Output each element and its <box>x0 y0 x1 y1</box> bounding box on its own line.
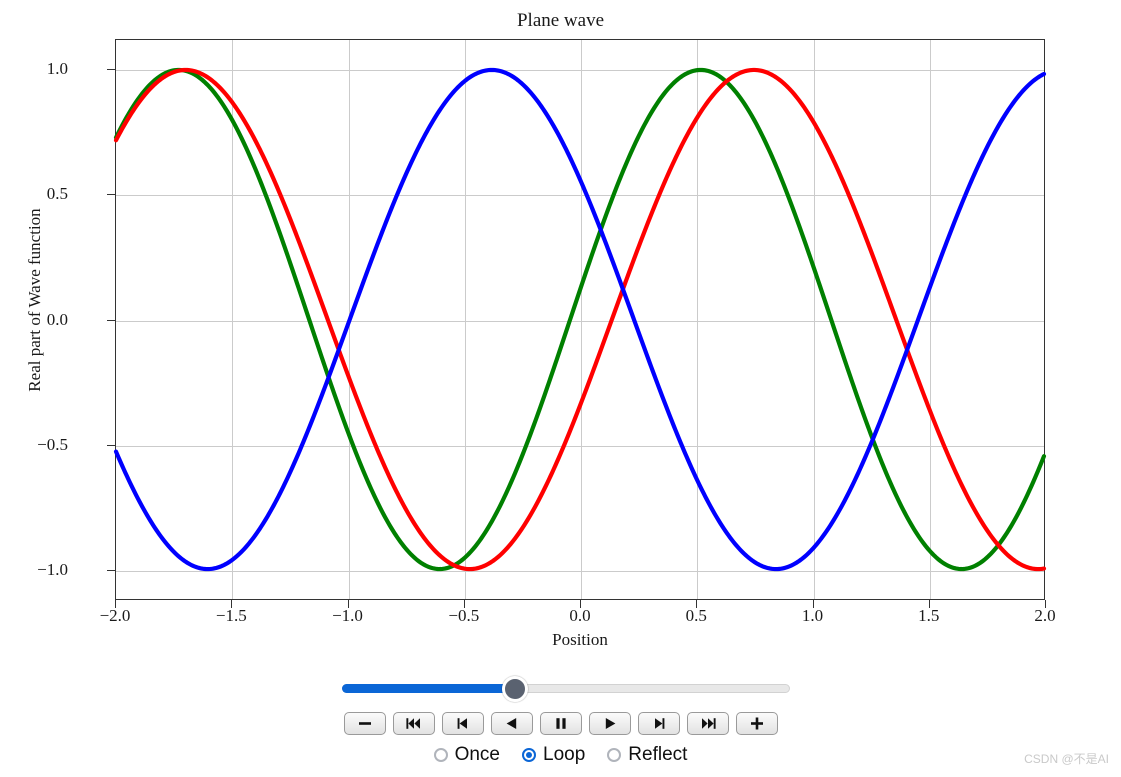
x-tick-label: 2.0 <box>1034 606 1056 625</box>
x-tick-mark <box>463 600 465 608</box>
x-tick-label: −1.0 <box>332 606 363 625</box>
y-tick-label: 1.0 <box>46 59 68 79</box>
y-tick-mark <box>107 569 115 571</box>
skip-to-end-button[interactable] <box>686 712 729 735</box>
x-tick-mark <box>928 600 930 608</box>
skip-start-icon <box>405 718 420 729</box>
x-tick-mark <box>580 600 582 608</box>
step-back-icon <box>457 718 467 729</box>
slider-fill <box>342 684 515 693</box>
skip-end-icon <box>701 718 716 729</box>
x-tick-mark <box>696 600 698 608</box>
plot-area <box>113 39 1047 600</box>
playback-mode-label: Once <box>454 744 500 765</box>
pause-icon <box>555 718 566 729</box>
y-axis-label: Real part of Wave function <box>25 208 44 392</box>
page-title: Plane wave <box>516 10 605 31</box>
y-tick-mark <box>107 444 115 446</box>
animation-controls <box>0 712 1121 735</box>
play-icon <box>605 718 615 729</box>
radio-icon[interactable] <box>433 748 448 762</box>
increase-speed-button[interactable] <box>735 712 778 735</box>
x-tick-label: 1.0 <box>801 606 824 625</box>
x-tick-mark <box>1045 600 1047 608</box>
skip-to-start-button[interactable] <box>392 712 435 735</box>
decrease-speed-button[interactable] <box>343 712 386 735</box>
play-forward-button[interactable] <box>588 712 631 735</box>
pause-button[interactable] <box>539 712 582 735</box>
plus-icon <box>750 717 763 730</box>
wave-red <box>113 67 1047 572</box>
x-tick-label: −0.5 <box>448 606 480 625</box>
y-tick-label: 0.0 <box>46 309 68 329</box>
radio-icon[interactable] <box>522 748 536 762</box>
step-forward-button[interactable] <box>637 712 680 735</box>
y-tick-label: −1.0 <box>37 559 68 579</box>
x-tick-label: −2.0 <box>99 606 131 625</box>
y-tick-label: 0.5 <box>46 184 68 204</box>
x-tick-label: 1.5 <box>918 606 940 625</box>
x-tick-label: 0.5 <box>685 606 707 625</box>
y-tick-label: −0.5 <box>37 434 68 454</box>
x-tick-mark <box>347 600 349 608</box>
radio-icon[interactable] <box>607 748 622 762</box>
playback-mode-radio-group: Once Loop Reflect <box>0 744 1121 766</box>
y-tick-mark <box>107 194 115 196</box>
x-tick-mark <box>115 600 117 608</box>
x-tick-label: 0.0 <box>569 606 591 625</box>
x-tick-label: −1.5 <box>215 606 247 625</box>
play-back-icon <box>506 718 516 729</box>
step-back-button[interactable] <box>441 712 484 735</box>
wave-curves <box>113 67 1047 572</box>
playback-mode-option-once[interactable]: Once <box>433 744 500 766</box>
playback-mode-option-reflect[interactable]: Reflect <box>607 744 687 766</box>
animation-widget: Once Loop Reflect <box>0 660 1121 777</box>
playback-mode-option-loop[interactable]: Loop <box>522 744 585 766</box>
playback-mode-label: Reflect <box>628 744 688 765</box>
matplotlib-figure: Plane wave Real part of Wave function Po… <box>0 0 1121 660</box>
x-tick-mark <box>231 600 233 608</box>
y-tick-mark <box>107 69 115 71</box>
minus-icon <box>358 722 371 725</box>
x-axis-label: Position <box>552 630 608 649</box>
slider-thumb[interactable] <box>501 676 528 702</box>
x-tick-mark <box>812 600 814 608</box>
watermark: CSDN @不是AI <box>1024 752 1109 766</box>
y-tick-mark <box>107 319 115 321</box>
playback-mode-label: Loop <box>543 744 586 765</box>
step-forward-icon <box>654 718 664 729</box>
play-backward-button[interactable] <box>490 712 533 735</box>
frame-slider[interactable] <box>342 676 790 702</box>
